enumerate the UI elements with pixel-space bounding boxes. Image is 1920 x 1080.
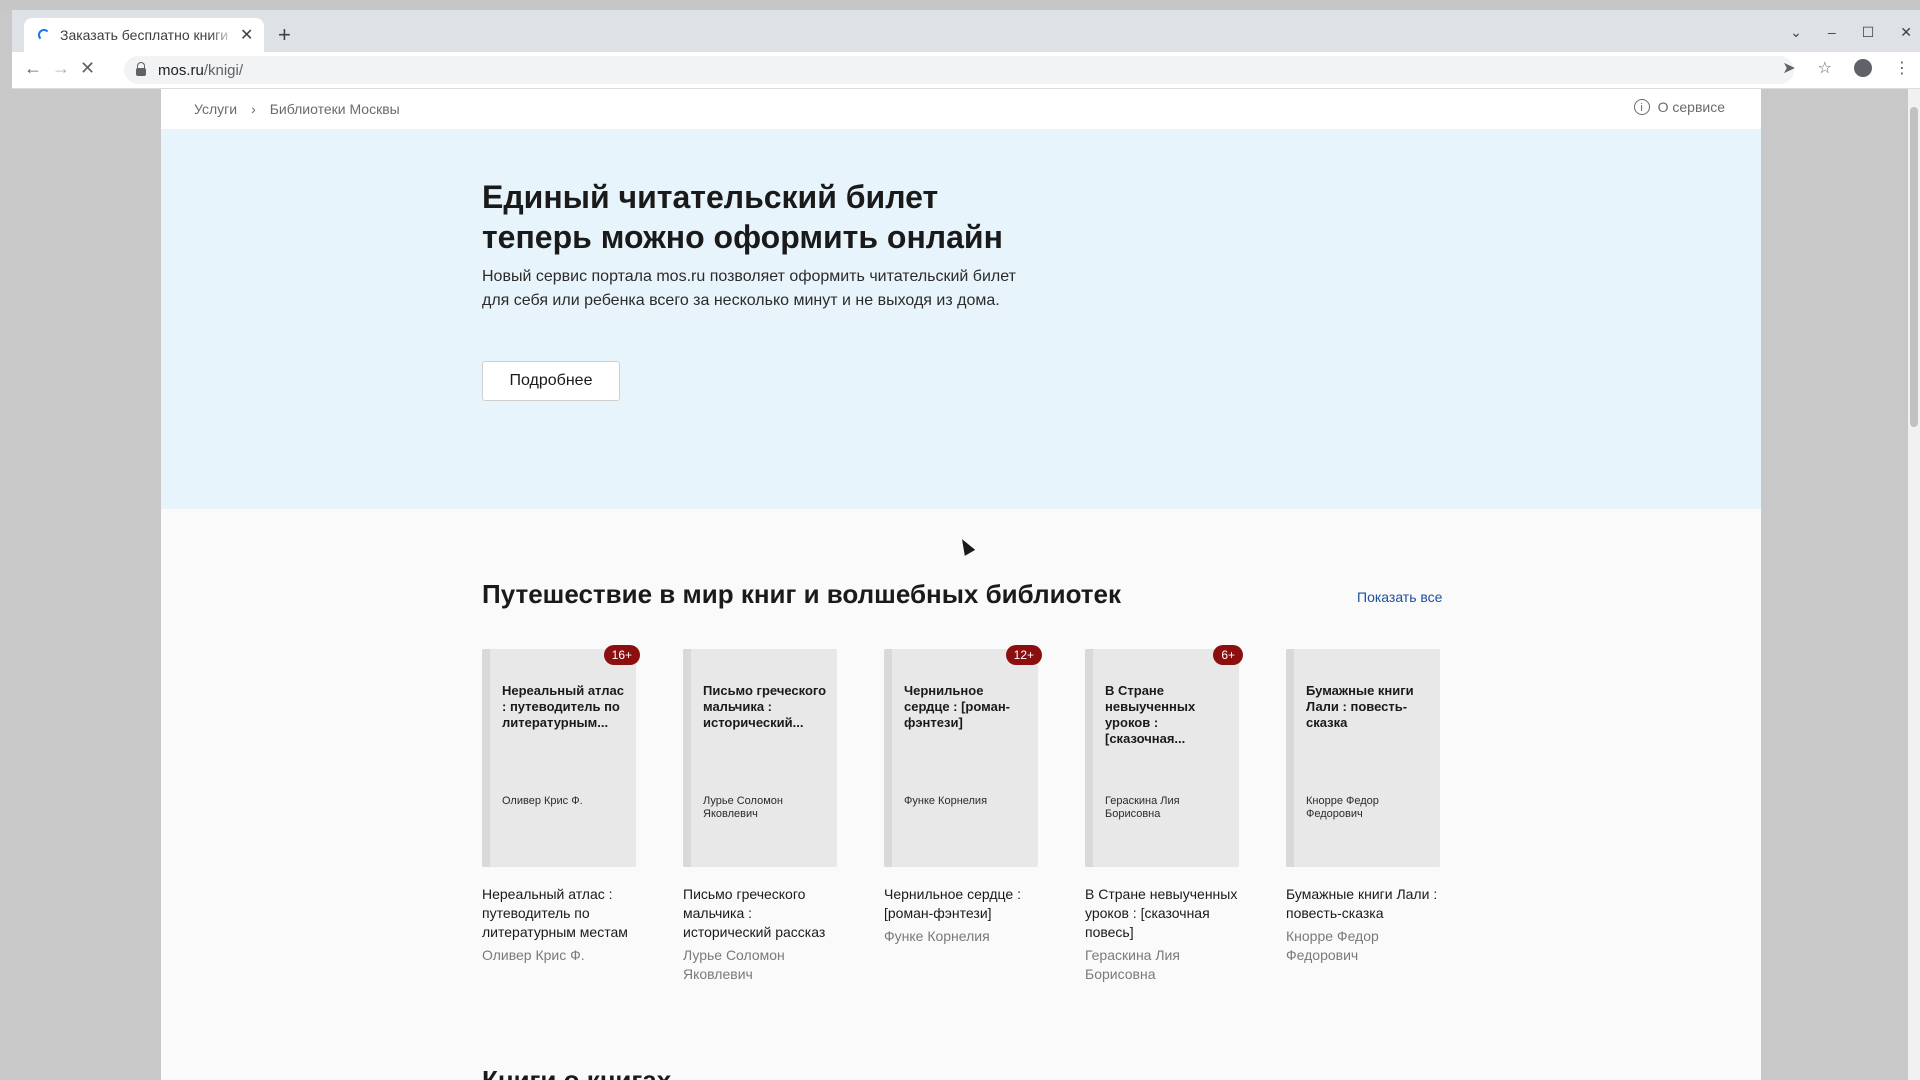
window-controls: ⌄ – ☐ ✕ [1790, 20, 1920, 44]
cover-title: Письмо греческого мальчика : исторически… [703, 683, 827, 730]
age-rating-badge: 12+ [1005, 645, 1042, 665]
book-title[interactable]: Нереальный атлас : путеводитель по литер… [482, 885, 636, 942]
scrollbar-thumb[interactable] [1910, 107, 1918, 427]
browser-menu-icon[interactable]: ⋮ [1894, 58, 1910, 78]
book-card[interactable]: Чернильное сердце : [роман-фэнтези] Функ… [884, 645, 1042, 984]
page-viewport: Услуги › Библиотеки Москвы i О сервисе Е… [12, 89, 1908, 1080]
page-content: Услуги › Библиотеки Москвы i О сервисе Е… [161, 89, 1761, 1080]
book-cover[interactable]: Письмо греческого мальчика : исторически… [683, 649, 837, 867]
window-left-edge [0, 10, 12, 1080]
book-cover[interactable]: Чернильное сердце : [роман-фэнтези] Функ… [884, 645, 1042, 867]
book-author: Оливер Крис Ф. [482, 947, 585, 963]
book-card[interactable]: Нереальный атлас : путеводитель по литер… [482, 645, 640, 984]
forward-button[interactable]: → [52, 58, 70, 79]
about-service-label: О сервисе [1657, 99, 1725, 115]
hero-banner: Единый читательский билет теперь можно о… [161, 129, 1761, 509]
book-author: Функе Корнелия [884, 928, 990, 944]
hero-title: Единый читательский билет теперь можно о… [482, 179, 1003, 255]
info-icon: i [1633, 99, 1650, 115]
book-title[interactable]: В Стране невыученных уроков : [сказочная… [1085, 885, 1239, 942]
cover-title: Бумажные книги Лали : повесть-сказка [1306, 683, 1414, 730]
cover-author: Функе Корнелия [904, 795, 988, 807]
url-path: /knigi/ [203, 61, 244, 79]
more-details-button[interactable]: Подробнее [482, 361, 620, 401]
minimize-button[interactable]: – [1828, 24, 1836, 40]
new-tab-button[interactable]: + [278, 22, 291, 48]
book-cover[interactable]: Нереальный атлас : путеводитель по литер… [482, 645, 640, 867]
cover-author: Кнорре Федор Федорович [1306, 795, 1379, 820]
url-text[interactable]: mos.ru/knigi/ [158, 62, 243, 79]
book-list: Нереальный атлас : путеводитель по литер… [482, 645, 1440, 984]
about-service-link[interactable]: i О сервисе [1633, 99, 1725, 115]
book-title[interactable]: Бумажные книги Лали : повесть-сказка [1286, 885, 1440, 923]
age-rating-badge: 6+ [1213, 645, 1243, 665]
cover-title: Чернильное сердце : [роман-фэнтези] [904, 683, 1010, 730]
book-cover[interactable]: Бумажные книги Лали : повесть-сказка Кно… [1286, 649, 1440, 867]
book-card[interactable]: Письмо греческого мальчика : исторически… [683, 649, 837, 984]
lock-icon[interactable] [136, 62, 146, 76]
next-section-title: Книги о книгах [482, 1065, 672, 1080]
browser-tab[interactable]: Заказать бесплатно книги ✕ [24, 18, 264, 52]
hero-description: Новый сервис портала mos.ru позволяет оф… [482, 268, 1016, 309]
back-button[interactable]: ← [24, 58, 42, 79]
book-title[interactable]: Письмо греческого мальчика : исторически… [683, 885, 837, 942]
toolbar-actions: ➤ ☆ ⋮ [1782, 58, 1910, 78]
age-rating-badge: 16+ [603, 645, 640, 665]
breadcrumb-services-link[interactable]: Услуги [194, 101, 237, 117]
cover-title: Нереальный атлас : путеводитель по литер… [502, 683, 624, 730]
browser-toolbar: ← → ✕ mos.ru/knigi/ ➤ ☆ ⋮ [12, 52, 1920, 89]
loading-spinner-icon [38, 29, 50, 41]
breadcrumb: Услуги › Библиотеки Москвы [194, 101, 400, 117]
breadcrumb-separator: › [251, 101, 256, 117]
close-window-button[interactable]: ✕ [1900, 24, 1912, 41]
stop-loading-button[interactable]: ✕ [80, 58, 95, 79]
share-icon[interactable]: ➤ [1782, 58, 1795, 78]
breadcrumb-bar: Услуги › Библиотеки Москвы i О сервисе [161, 89, 1761, 129]
book-card[interactable]: Бумажные книги Лали : повесть-сказка Кно… [1286, 649, 1440, 984]
tab-close-icon[interactable]: ✕ [240, 25, 253, 45]
maximize-button[interactable]: ☐ [1862, 24, 1875, 41]
window-top-edge [0, 0, 1920, 10]
address-bar[interactable]: mos.ru/knigi/ [124, 56, 1794, 84]
book-author: Лурье Соломон Яковлевич [683, 947, 785, 982]
book-title[interactable]: Чернильное сердце : [роман-фэнтези] [884, 885, 1038, 923]
breadcrumb-libraries-link[interactable]: Библиотеки Москвы [270, 101, 400, 117]
cover-author: Гераскина Лия Борисовна [1105, 795, 1180, 820]
show-all-link[interactable]: Показать все [1357, 589, 1442, 605]
url-host: mos.ru [158, 61, 204, 79]
book-cover[interactable]: В Стране невыученных уроков : [сказочная… [1085, 645, 1243, 867]
profile-avatar-icon[interactable] [1854, 59, 1872, 77]
tab-title: Заказать бесплатно книги [60, 27, 229, 43]
cover-title: В Стране невыученных уроков : [сказочная… [1105, 683, 1196, 746]
cover-author: Оливер Крис Ф. [502, 795, 583, 807]
tab-bar: Заказать бесплатно книги ✕ + ⌄ – ☐ ✕ [12, 10, 1920, 52]
book-author: Гераскина Лия Борисовна [1085, 947, 1180, 982]
page-scrollbar[interactable] [1908, 89, 1920, 1080]
book-card[interactable]: В Стране невыученных уроков : [сказочная… [1085, 645, 1243, 984]
section-title: Путешествие в мир книг и волшебных библи… [482, 579, 1122, 609]
bookmark-star-icon[interactable]: ☆ [1818, 58, 1832, 78]
tab-list-icon[interactable]: ⌄ [1790, 24, 1802, 41]
cover-author: Лурье Соломон Яковлевич [703, 795, 783, 820]
book-author: Кнорре Федор Федорович [1286, 928, 1379, 963]
